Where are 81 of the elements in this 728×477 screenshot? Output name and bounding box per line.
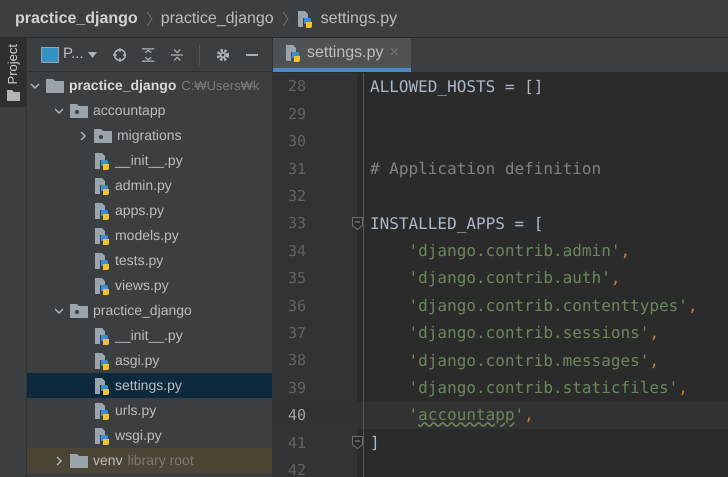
tree-item[interactable]: tests.py <box>27 248 272 273</box>
tree-item-label: practice_django <box>69 76 176 95</box>
python-file-icon <box>94 402 110 420</box>
tree-item[interactable]: __init__.py <box>27 323 272 348</box>
tree-item[interactable]: migrations <box>27 123 272 148</box>
folder-icon <box>46 78 64 93</box>
python-file-icon <box>94 426 110 444</box>
target-icon[interactable] <box>112 46 126 64</box>
dropdown-caret-icon <box>88 52 97 58</box>
tree-item-label: admin.py <box>115 176 172 195</box>
code-line: 'accountapp', <box>408 404 534 426</box>
folder-icon <box>70 453 88 468</box>
code-line: 'django.contrib.contenttypes', <box>408 294 698 317</box>
tree-item-label: __init__.py <box>115 151 183 170</box>
tree-item-label: practice_django <box>93 301 192 320</box>
code-line: 'django.contrib.staticfiles', <box>408 376 688 399</box>
chevron-right-icon <box>282 10 289 28</box>
expand-all-icon[interactable] <box>142 46 155 64</box>
tree-item-label: asgi.py <box>115 351 160 370</box>
python-file-icon <box>94 352 110 370</box>
view-selector[interactable]: P... <box>41 43 97 66</box>
tree-item-label: apps.py <box>115 201 164 220</box>
tree-item[interactable]: wsgi.py <box>27 423 272 448</box>
line-number: 40 <box>288 405 306 426</box>
tree-item-label: __init__.py <box>115 326 183 345</box>
folder-icon <box>6 90 20 102</box>
editor-tab[interactable]: settings.py × <box>273 38 411 72</box>
tree-item-label: wsgi.py <box>115 426 162 445</box>
breadcrumb-item[interactable]: settings.py <box>320 6 398 30</box>
tree-item[interactable]: settings.py <box>27 373 272 398</box>
code-line: ALLOWED_HOSTS = [] <box>369 76 544 98</box>
fold-marker-icon[interactable] <box>352 436 363 450</box>
tree-item[interactable]: models.py <box>27 223 272 248</box>
breadcrumb-item[interactable]: practice_django <box>160 6 274 30</box>
code-line: 'django.contrib.sessions', <box>408 322 659 344</box>
tree-item-label: models.py <box>115 226 179 245</box>
tree-item[interactable]: asgi.py <box>27 348 272 373</box>
breadcrumb-item[interactable]: practice_django <box>15 6 138 30</box>
code-line: 'django.contrib.auth', <box>408 267 620 290</box>
code-line: INSTALLED_APPS = [ <box>369 212 544 235</box>
tree-item-label: migrations <box>117 126 182 145</box>
tree-item[interactable]: urls.py <box>27 398 272 423</box>
package-folder-icon <box>94 128 112 143</box>
python-file-icon <box>94 276 110 294</box>
python-file-icon <box>296 10 313 28</box>
tree-item-label: urls.py <box>115 401 156 420</box>
tree-item[interactable]: practice_django C:₩Users₩k <box>27 73 272 98</box>
project-tool-tab[interactable]: Project <box>0 38 26 108</box>
tree-item[interactable]: practice_django <box>27 298 272 323</box>
package-folder-icon <box>70 303 88 318</box>
python-file-icon <box>94 252 110 270</box>
code-line: # Application definition <box>369 158 602 180</box>
tree-item-path: C:₩Users₩k <box>181 76 260 95</box>
code-line: ] <box>369 432 380 454</box>
chevron-right-icon <box>146 10 153 28</box>
tree-item[interactable]: venv library root <box>27 448 272 473</box>
tree-item-note: library root <box>128 451 194 470</box>
python-file-icon <box>94 152 110 170</box>
python-file-icon <box>94 176 110 194</box>
code-line: 'django.contrib.admin', <box>408 240 630 262</box>
fold-marker-icon[interactable] <box>352 217 363 230</box>
tree-item[interactable]: accountapp <box>27 98 272 123</box>
tree-item-label: accountapp <box>93 101 166 120</box>
tree-item-label: views.py <box>115 276 169 295</box>
tree-item[interactable]: admin.py <box>27 173 272 198</box>
package-folder-icon <box>70 103 88 118</box>
python-file-icon <box>94 376 110 394</box>
python-file-icon <box>285 44 301 62</box>
tree-item-label: settings.py <box>115 376 182 395</box>
tree-item[interactable]: apps.py <box>27 198 272 223</box>
minimize-icon[interactable] <box>246 52 258 56</box>
tree-item[interactable]: __init__.py <box>27 148 272 173</box>
tool-tab-label: Project <box>4 44 22 84</box>
python-file-icon <box>94 326 110 344</box>
tree-item-label: venv <box>93 451 123 470</box>
panel-icon <box>41 46 59 62</box>
code-line: 'django.contrib.messages', <box>408 350 659 372</box>
tree-item[interactable]: views.py <box>27 273 272 298</box>
tree-item-label: tests.py <box>115 251 164 270</box>
python-file-icon <box>94 226 110 244</box>
python-file-icon <box>94 202 110 220</box>
